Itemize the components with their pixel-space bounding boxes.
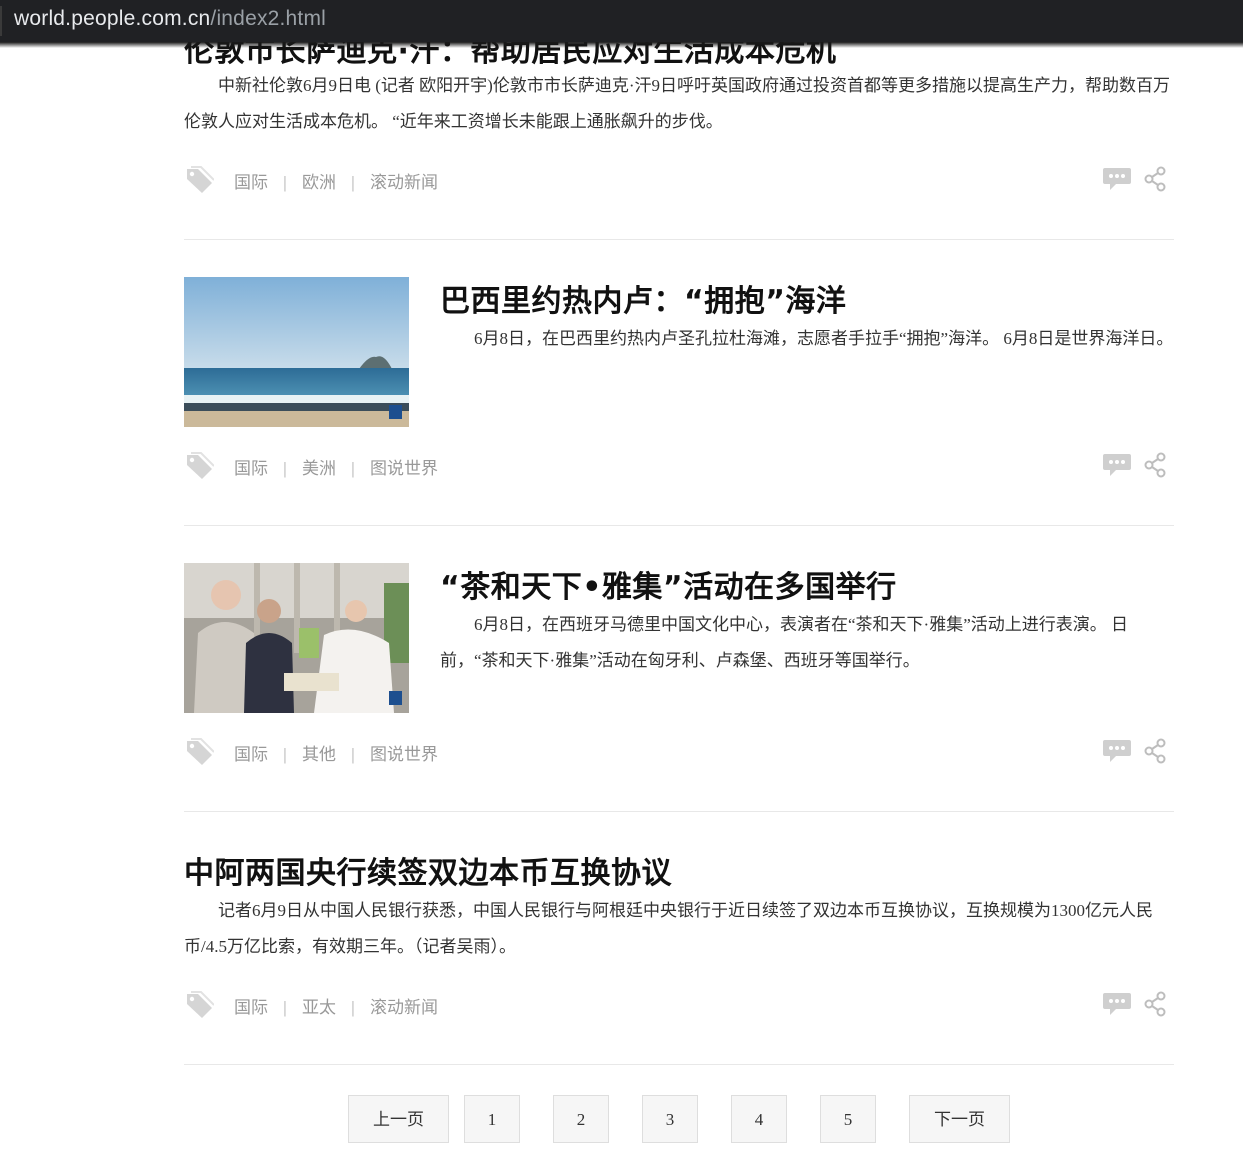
url-path: /index2.html — [210, 7, 327, 30]
tag-separator: | — [351, 459, 355, 478]
tag-icon — [187, 452, 214, 479]
tag-link[interactable]: 欧洲 — [302, 173, 336, 192]
share-icon[interactable] — [1144, 991, 1166, 1017]
url-bar-edge — [0, 6, 2, 36]
article-summary: 记者6月9日从中国人民银行获悉，中国人民银行与阿根廷中央银行于近日续签了双边本币… — [184, 901, 1153, 956]
url-host: world.people.com.cn — [14, 7, 211, 30]
article-title[interactable]: 中阿两国央行续签双边本币互换协议 — [184, 848, 672, 892]
article-divider — [184, 811, 1174, 812]
comment-icon[interactable] — [1102, 990, 1132, 1018]
tag-link[interactable]: 滚动新闻 — [370, 998, 438, 1017]
tag-separator: | — [283, 745, 287, 764]
article-divider — [184, 239, 1174, 240]
article-meta: 国际 | 美洲 | 图说世界 — [184, 451, 1174, 481]
share-icon[interactable] — [1144, 452, 1166, 478]
tag-separator: | — [351, 745, 355, 764]
tag-link[interactable]: 亚太 — [302, 998, 336, 1017]
tag-list: 国际 | 其他 | 图说世界 — [234, 740, 438, 765]
article-thumbnail[interactable] — [184, 563, 409, 713]
tag-link[interactable]: 国际 — [234, 173, 268, 192]
prev-page-button[interactable]: 上一页 — [348, 1095, 449, 1143]
tag-list: 国际 | 欧洲 | 滚动新闻 — [234, 168, 438, 193]
share-icon[interactable] — [1144, 738, 1166, 764]
article-divider — [184, 525, 1174, 526]
article-thumbnail[interactable] — [184, 277, 409, 427]
tag-icon — [187, 991, 214, 1018]
article-meta: 国际 | 亚太 | 滚动新闻 — [184, 990, 1174, 1020]
page-button-5[interactable]: 5 — [820, 1095, 876, 1143]
tea-event-photo — [184, 563, 409, 713]
beach-photo — [184, 277, 409, 427]
tag-link[interactable]: 国际 — [234, 998, 268, 1017]
article-summary: 6月8日，在巴西里约热内卢圣孔拉杜海滩，志愿者手拉手“拥抱”海洋。 6月8日是世… — [474, 329, 1174, 348]
tag-link[interactable]: 国际 — [234, 459, 268, 478]
tag-link[interactable]: 国际 — [234, 745, 268, 764]
comment-icon[interactable] — [1102, 451, 1132, 479]
page-button-2[interactable]: 2 — [553, 1095, 609, 1143]
tag-separator: | — [351, 173, 355, 192]
tag-separator: | — [283, 459, 287, 478]
article-title[interactable]: 巴西里约热内卢：“拥抱”海洋 — [440, 276, 846, 320]
tag-link[interactable]: 图说世界 — [370, 459, 438, 478]
article-meta: 国际 | 其他 | 图说世界 — [184, 737, 1174, 767]
article-summary: 中新社伦敦6月9日电 (记者 欧阳开宇)伦敦市市长萨迪克·汗9日呼吁英国政府通过… — [184, 76, 1170, 131]
tag-link[interactable]: 图说世界 — [370, 745, 438, 764]
comment-icon[interactable] — [1102, 165, 1132, 193]
tag-icon — [187, 166, 214, 193]
tag-separator: | — [283, 173, 287, 192]
page-button-4[interactable]: 4 — [731, 1095, 787, 1143]
article-meta: 国际 | 欧洲 | 滚动新闻 — [184, 165, 1174, 195]
tag-link[interactable]: 其他 — [302, 745, 336, 764]
tag-link[interactable]: 滚动新闻 — [370, 173, 438, 192]
comment-icon[interactable] — [1102, 737, 1132, 765]
article-title[interactable]: “茶和天下•雅集”活动在多国举行 — [440, 562, 897, 606]
article-summary: 6月8日，在西班牙马德里中国文化中心，表演者在“茶和天下·雅集”活动上进行表演。… — [440, 615, 1129, 670]
tag-separator: | — [283, 998, 287, 1017]
tag-list: 国际 | 亚太 | 滚动新闻 — [234, 993, 438, 1018]
tag-icon — [187, 738, 214, 765]
share-icon[interactable] — [1144, 166, 1166, 192]
tag-list: 国际 | 美洲 | 图说世界 — [234, 454, 438, 479]
page-button-3[interactable]: 3 — [642, 1095, 698, 1143]
tag-separator: | — [351, 998, 355, 1017]
pagination: 上一页 1 2 3 4 5 下一页 — [0, 1095, 1243, 1145]
next-page-button[interactable]: 下一页 — [909, 1095, 1010, 1143]
url-bar-shadow — [0, 42, 1243, 48]
tag-link[interactable]: 美洲 — [302, 459, 336, 478]
browser-url-bar[interactable]: world.people.com.cn/index2.html — [0, 0, 1243, 42]
page-button-1[interactable]: 1 — [464, 1095, 520, 1143]
article-divider — [184, 1064, 1174, 1065]
url-text[interactable]: world.people.com.cn/index2.html — [14, 7, 326, 31]
